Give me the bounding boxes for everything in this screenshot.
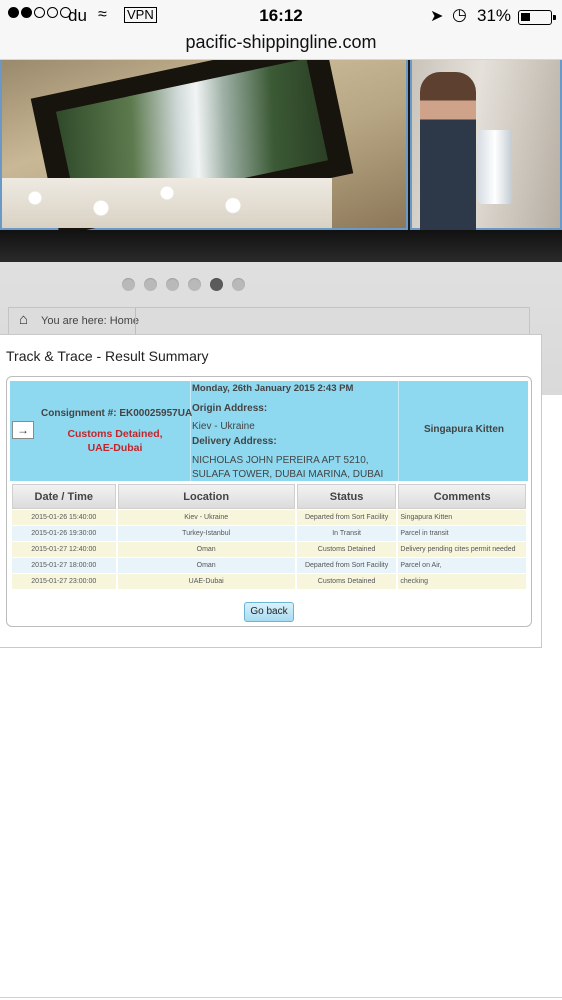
header-comments: Comments	[398, 484, 526, 509]
slider-pagination[interactable]	[122, 278, 245, 291]
slider-dot[interactable]	[166, 278, 179, 291]
delivery-label: Delivery Address:	[192, 436, 277, 447]
cell-location: UAE-Dubai	[117, 574, 295, 589]
consignment-number: Consignment #: EK00025957UA	[41, 408, 193, 419]
cell-location: Oman	[117, 558, 295, 573]
page-title: Track & Trace - Result Summary	[6, 348, 209, 364]
home-icon[interactable]: ⌂	[19, 311, 28, 328]
cell-comment: Delivery pending cites permit needed	[398, 542, 526, 557]
table-row: 2015-01-26 19:30:00 Turkey-Istanbul In Tra…	[12, 526, 526, 541]
cell-date: 2015-01-26 15:40:00	[12, 510, 116, 525]
go-back-button[interactable]: Go back	[244, 602, 294, 622]
cell-location: Oman	[117, 542, 295, 557]
battery-percent: 31%	[477, 6, 512, 25]
hero-slider[interactable]	[0, 60, 562, 262]
tracking-history-table: Date / Time Location Status Comments 201…	[10, 483, 528, 590]
cell-location: Kiev - Ukraine	[117, 510, 295, 525]
location-arrow-icon: ➤	[430, 8, 444, 25]
table-row: 2015-01-27 18:00:00 Oman Departed from Sor…	[12, 558, 526, 573]
slider-dot[interactable]	[122, 278, 135, 291]
cell-date: 2015-01-27 12:40:00	[12, 542, 116, 557]
cell-status: Customs Detained	[296, 542, 397, 557]
slider-dot[interactable]	[232, 278, 245, 291]
breadcrumb: ⌂ You are here: Home	[8, 307, 530, 336]
table-row: 2015-01-26 15:40:00 Kiev - Ukraine Departe…	[12, 510, 526, 525]
cell-comment: Parcel in transit	[398, 526, 526, 541]
status-line-1: Customs Detained,	[67, 428, 163, 440]
shipment-item: Singapura Kitten	[423, 424, 504, 435]
cell-status: Customs Detained	[296, 574, 397, 589]
status-bar: du ≈ VPN 16:12 ➤ ◷ 31%	[0, 4, 562, 28]
alarm-icon: ◷	[452, 5, 467, 24]
page-bottom-divider	[0, 997, 562, 998]
arrow-icon: →	[12, 421, 34, 439]
slider-caption-bar	[0, 230, 562, 262]
header-location: Location	[117, 484, 295, 509]
battery-icon	[518, 10, 556, 25]
shipment-date: Monday, 26th January 2015 2:43 PM	[192, 383, 354, 394]
slider-dot[interactable]	[210, 278, 223, 291]
status-line-2: UAE-Dubai	[87, 442, 143, 454]
slide-image-packing-worker	[410, 60, 562, 230]
slide-image-framed-picture	[0, 60, 408, 236]
cell-status: In Transit	[296, 526, 397, 541]
cell-date: 2015-01-27 18:00:00	[12, 558, 116, 573]
url-bar[interactable]: pacific-shippingline.com	[0, 32, 562, 53]
cell-comment: Singapura Kitten	[398, 510, 526, 525]
cell-comment: checking	[398, 574, 526, 589]
delivery-address: NICHOLAS JOHN PEREIRA APT 5210, SULAFA T…	[192, 455, 384, 480]
cell-status: Departed from Sort Facility	[296, 510, 397, 525]
cell-date: 2015-01-26 19:30:00	[12, 526, 116, 541]
slider-dot[interactable]	[144, 278, 157, 291]
origin-label: Origin Address:	[192, 403, 268, 414]
cell-location: Turkey-Istanbul	[117, 526, 295, 541]
table-row: 2015-01-27 12:40:00 Oman Customs Detained D…	[12, 542, 526, 557]
cell-comment: Parcel on Air,	[398, 558, 526, 573]
header-date-time: Date / Time	[12, 484, 116, 509]
breadcrumb-text: You are here: Home	[41, 315, 140, 327]
slider-dot[interactable]	[188, 278, 201, 291]
table-row: 2015-01-27 23:00:00 UAE-Dubai Customs Deta…	[12, 574, 526, 589]
cell-status: Departed from Sort Facility	[296, 558, 397, 573]
shipment-status: Customs Detained, UAE-Dubai	[60, 427, 170, 455]
origin-address: Kiev - Ukraine	[192, 421, 255, 432]
header-status: Status	[296, 484, 397, 509]
cell-date: 2015-01-27 23:00:00	[12, 574, 116, 589]
browser-chrome: du ≈ VPN 16:12 ➤ ◷ 31% pacific-shippingl…	[0, 0, 562, 60]
